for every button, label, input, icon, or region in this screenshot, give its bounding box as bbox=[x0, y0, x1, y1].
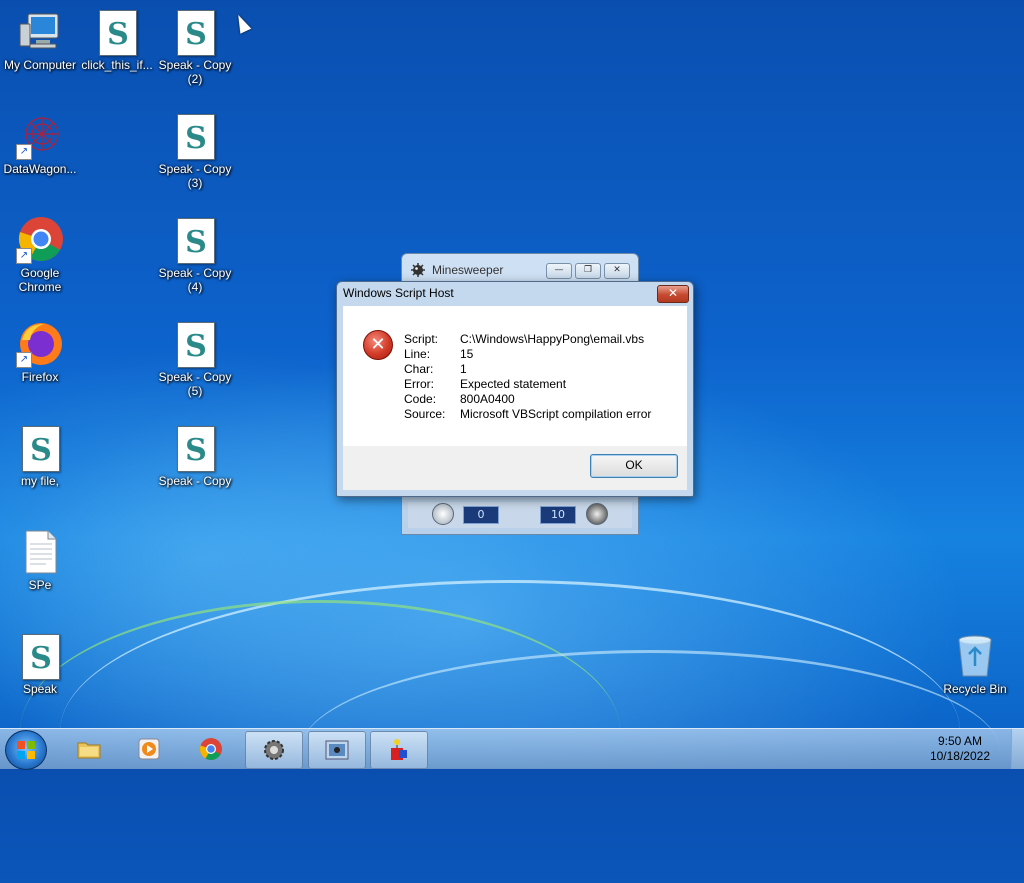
error-row-char: Char: 1 bbox=[404, 362, 651, 377]
mines-counter: 10 bbox=[540, 506, 576, 524]
recycle-bin-icon bbox=[958, 635, 992, 677]
error-value: C:\Windows\HappyPong\email.vbs bbox=[460, 332, 645, 346]
shortcut-arrow-icon: ↗ bbox=[16, 144, 32, 160]
chrome-icon bbox=[199, 738, 222, 760]
taskbar: 9:50 AM 10/18/2022 bbox=[0, 728, 1024, 770]
mouse-cursor-icon bbox=[232, 12, 252, 34]
shortcut-arrow-icon: ↗ bbox=[16, 248, 32, 264]
error-details: Script: C:\Windows\HappyPong\email.vbs Li… bbox=[404, 332, 651, 422]
desktop-icon-label: DataWagon... bbox=[3, 162, 77, 176]
script-file-icon: S bbox=[177, 114, 215, 160]
minesweeper-status-bar: 0 10 bbox=[408, 502, 632, 528]
dialog-footer: OK bbox=[343, 446, 687, 490]
dialog-close-button[interactable]: ✕ bbox=[657, 285, 689, 303]
text-file-icon bbox=[25, 530, 57, 574]
desktop-icon-label: my file, bbox=[20, 474, 59, 488]
error-key: Script: bbox=[404, 332, 439, 346]
dialog-title: Windows Script Host bbox=[343, 286, 454, 300]
desktop-icon-label: Speak - Copy (4) bbox=[158, 266, 232, 294]
timer-clock-icon bbox=[432, 503, 454, 525]
desktop-icon-speak-copy-3[interactable]: S Speak - Copy (3) bbox=[155, 112, 235, 190]
minimize-button[interactable]: — bbox=[546, 263, 572, 279]
desktop-icon-label: Recycle Bin bbox=[943, 682, 1007, 696]
error-row-error: Error: Expected statement bbox=[404, 377, 651, 392]
minesweeper-icon bbox=[411, 263, 425, 277]
taskbar-script-host[interactable] bbox=[370, 731, 428, 769]
start-button[interactable] bbox=[5, 730, 47, 770]
script-host-error-dialog[interactable]: Windows Script Host ✕ ✕ Script: C:\Window… bbox=[336, 281, 694, 497]
desktop-icon-label: click_this_if... bbox=[81, 58, 153, 72]
media-player-icon bbox=[138, 738, 160, 760]
close-button[interactable]: ✕ bbox=[604, 263, 630, 279]
desktop-icon-speak-copy[interactable]: S Speak - Copy bbox=[155, 424, 235, 488]
desktop-icon-speak-copy-2[interactable]: S Speak - Copy (2) bbox=[155, 8, 235, 86]
script-file-icon: S bbox=[177, 426, 215, 472]
error-value: 800A0400 bbox=[460, 392, 515, 406]
minesweeper-title: Minesweeper bbox=[432, 263, 504, 277]
desktop-icon-speak-copy-4[interactable]: S Speak - Copy (4) bbox=[155, 216, 235, 294]
windows-logo-icon bbox=[17, 741, 35, 759]
computer-icon bbox=[19, 13, 59, 49]
script-file-icon: S bbox=[99, 10, 137, 56]
error-value: Expected statement bbox=[460, 377, 567, 391]
desktop-icon-label: Google Chrome bbox=[18, 266, 62, 294]
desktop-icon-speak[interactable]: S Speak bbox=[0, 632, 80, 696]
desktop-icon-label: Speak - Copy (5) bbox=[158, 370, 232, 398]
desktop-icon-click-this[interactable]: S click_this_if... bbox=[77, 8, 157, 72]
desktop-icon-firefox[interactable]: ↗ Firefox bbox=[0, 320, 80, 384]
error-key: Source: bbox=[404, 407, 446, 421]
error-value: Microsoft VBScript compilation error bbox=[460, 407, 652, 421]
script-file-icon: S bbox=[22, 426, 60, 472]
error-icon: ✕ bbox=[363, 330, 393, 360]
error-row-source: Source: Microsoft VBScript compilation er… bbox=[404, 407, 651, 422]
desktop-icon-label: Firefox bbox=[21, 370, 59, 384]
error-value: 15 bbox=[460, 347, 474, 361]
error-value: 1 bbox=[460, 362, 467, 376]
taskbar-settings[interactable] bbox=[245, 731, 303, 769]
script-host-icon bbox=[391, 739, 407, 760]
desktop-icon-label: Speak bbox=[22, 682, 58, 696]
clock-date: 10/18/2022 bbox=[929, 749, 990, 763]
restore-button[interactable]: ❐ bbox=[575, 263, 601, 279]
taskbar-file-explorer[interactable] bbox=[61, 731, 117, 767]
desktop-icon-label: Speak - Copy bbox=[158, 474, 232, 488]
desktop-icon-label: My Computer bbox=[3, 58, 77, 72]
desktop-icon-my-computer[interactable]: My Computer bbox=[0, 8, 80, 72]
desktop-icon-spe[interactable]: SPe bbox=[0, 528, 80, 592]
error-row-code: Code: 800A0400 bbox=[404, 392, 651, 407]
error-row-line: Line: 15 bbox=[404, 347, 651, 362]
show-desktop-button[interactable] bbox=[1011, 729, 1024, 769]
mine-icon bbox=[586, 503, 608, 525]
error-key: Char: bbox=[404, 362, 434, 376]
desktop-icon-recycle-bin[interactable]: Recycle Bin bbox=[935, 632, 1015, 696]
ok-button[interactable]: OK bbox=[590, 454, 678, 478]
script-file-icon: S bbox=[177, 10, 215, 56]
clock-time: 9:50 AM bbox=[937, 734, 982, 748]
taskbar-media-player[interactable] bbox=[121, 731, 177, 767]
timer-counter: 0 bbox=[463, 506, 499, 524]
settings-gear-icon bbox=[264, 740, 284, 760]
error-key: Error: bbox=[404, 377, 434, 391]
minesweeper-icon bbox=[325, 740, 349, 760]
taskbar-minesweeper[interactable] bbox=[308, 731, 366, 769]
taskbar-chrome[interactable] bbox=[183, 731, 239, 767]
shortcut-arrow-icon: ↗ bbox=[16, 352, 32, 368]
desktop-icon-speak-copy-5[interactable]: S Speak - Copy (5) bbox=[155, 320, 235, 398]
error-key: Line: bbox=[404, 347, 431, 361]
desktop-icon-datawagon[interactable]: ↗ DataWagon... bbox=[0, 112, 80, 176]
desktop-icon-label: Speak - Copy (2) bbox=[158, 58, 232, 86]
desktop-icon-google-chrome[interactable]: ↗ Google Chrome bbox=[0, 216, 80, 294]
script-file-icon: S bbox=[22, 634, 60, 680]
error-key: Code: bbox=[404, 392, 437, 406]
system-clock[interactable]: 9:50 AM 10/18/2022 bbox=[930, 734, 990, 764]
dialog-body: ✕ Script: C:\Windows\HappyPong\email.vbs … bbox=[343, 306, 687, 446]
desktop-icon-label: SPe bbox=[28, 578, 52, 592]
desktop-icon-my-file[interactable]: S my file, bbox=[0, 424, 80, 488]
script-file-icon: S bbox=[177, 322, 215, 368]
desktop-icon-label: Speak - Copy (3) bbox=[158, 162, 232, 190]
error-row-script: Script: C:\Windows\HappyPong\email.vbs bbox=[404, 332, 651, 347]
script-file-icon: S bbox=[177, 218, 215, 264]
file-explorer-icon bbox=[77, 742, 101, 759]
